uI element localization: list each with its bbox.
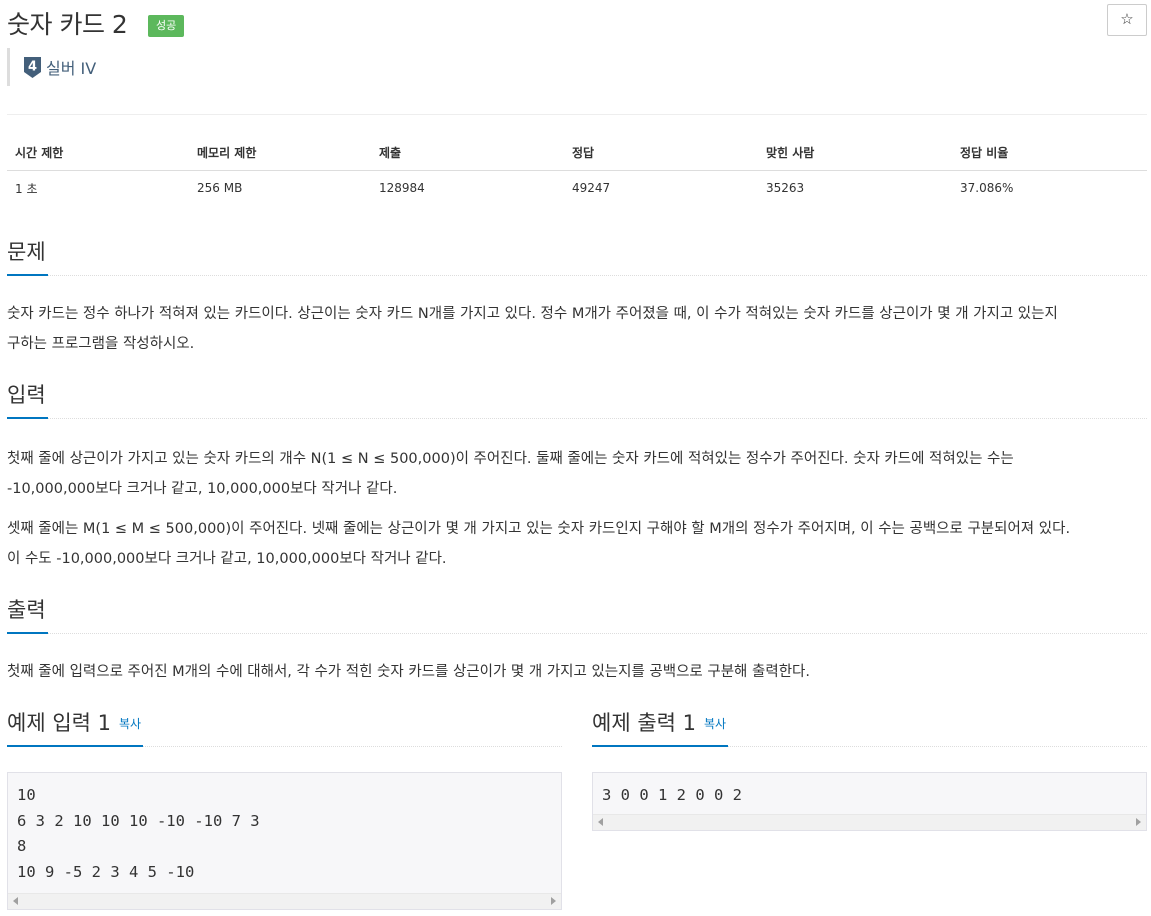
value-memory-limit: 256 MB bbox=[197, 181, 243, 196]
value-solved-users: 35263 bbox=[766, 181, 805, 196]
problem-heading: 문제 bbox=[7, 236, 48, 276]
copy-sample-output-button[interactable]: 복사 bbox=[704, 717, 726, 731]
sample-output-box[interactable]: 3 0 0 1 2 0 0 2 bbox=[592, 772, 1147, 831]
value-accept-ratio: 37.086% bbox=[960, 181, 1014, 196]
problem-line: 숫자 카드는 정수 하나가 적혀져 있는 카드이다. 상근이는 숫자 카드 N개… bbox=[7, 306, 1058, 322]
problem-line: 구하는 프로그램을 작성하시오. bbox=[7, 336, 195, 352]
value-submissions: 128984 bbox=[379, 181, 425, 196]
input-heading: 입력 bbox=[7, 379, 48, 419]
value-accepted: 49247 bbox=[572, 181, 611, 196]
divider bbox=[7, 114, 1147, 115]
input-line: 이 수도 -10,000,000보다 크거나 같고, 10,000,000보다 … bbox=[7, 551, 447, 567]
output-section-header: 출력 bbox=[7, 594, 1147, 634]
tier-info: 4 실버 IV bbox=[7, 48, 96, 86]
input-line: 첫째 줄에 상근이가 가지고 있는 숫자 카드의 개수 N(1 ≤ N ≤ 50… bbox=[7, 451, 1014, 467]
sample-output-title: 예제 출력 1 bbox=[592, 711, 696, 735]
header-accept-ratio: 정답 비율 bbox=[952, 136, 1147, 171]
star-button[interactable]: ☆ bbox=[1107, 4, 1147, 36]
star-icon: ☆ bbox=[1120, 11, 1134, 28]
sample-output-text: 3 0 0 1 2 0 0 2 bbox=[602, 786, 742, 804]
scroll-left-arrow-icon[interactable] bbox=[13, 897, 18, 905]
table-row: 1 초 256 MB 128984 49247 35263 37.086% bbox=[7, 170, 1147, 206]
sample-input-header: 예제 입력 1 복사 bbox=[7, 707, 562, 747]
sample-input-heading: 예제 입력 1 복사 bbox=[7, 707, 144, 747]
input-section-header: 입력 bbox=[7, 379, 1147, 419]
header-memory-limit: 메모리 제한 bbox=[189, 136, 371, 171]
horizontal-scrollbar[interactable] bbox=[8, 893, 561, 909]
header-accepted: 정답 bbox=[564, 136, 758, 171]
table-header-row: 시간 제한 메모리 제한 제출 정답 맞힌 사람 정답 비율 bbox=[7, 136, 1147, 171]
input-line: -10,000,000보다 크거나 같고, 10,000,000보다 작거나 같… bbox=[7, 481, 398, 497]
sample-output-heading: 예제 출력 1 복사 bbox=[592, 707, 729, 747]
sample-input-title: 예제 입력 1 bbox=[7, 711, 111, 735]
silver-tier-icon: 4 bbox=[24, 56, 41, 78]
input-description-2: 셋째 줄에는 M(1 ≤ M ≤ 500,000)이 주어진다. 넷째 줄에는 … bbox=[7, 514, 1147, 574]
scroll-right-arrow-icon[interactable] bbox=[551, 897, 556, 905]
scroll-right-arrow-icon[interactable] bbox=[1136, 818, 1141, 826]
header-time-limit: 시간 제한 bbox=[7, 136, 189, 171]
sample-output-header: 예제 출력 1 복사 bbox=[592, 707, 1147, 747]
page-title: 숫자 카드 2 bbox=[7, 10, 128, 39]
input-line: 셋째 줄에는 M(1 ≤ M ≤ 500,000)이 주어진다. 넷째 줄에는 … bbox=[7, 521, 1071, 537]
sample-input-box[interactable]: 10 6 3 2 10 10 10 -10 -10 7 3 8 10 9 -5 … bbox=[7, 772, 562, 910]
problem-info-table: 시간 제한 메모리 제한 제출 정답 맞힌 사람 정답 비율 1 초 256 M… bbox=[7, 136, 1147, 206]
horizontal-scrollbar[interactable] bbox=[593, 814, 1146, 830]
scroll-left-arrow-icon[interactable] bbox=[598, 818, 603, 826]
tier-level-number: 4 bbox=[28, 59, 37, 74]
sample-input-text: 10 6 3 2 10 10 10 -10 -10 7 3 8 10 9 -5 … bbox=[17, 786, 260, 881]
output-description: 첫째 줄에 입력으로 주어진 M개의 수에 대해서, 각 수가 적힌 숫자 카드… bbox=[7, 664, 810, 680]
input-description-1: 첫째 줄에 상근이가 가지고 있는 숫자 카드의 개수 N(1 ≤ N ≤ 50… bbox=[7, 444, 1147, 504]
problem-description: 숫자 카드는 정수 하나가 적혀져 있는 카드이다. 상근이는 숫자 카드 N개… bbox=[7, 299, 1147, 359]
header-solved-users: 맞힌 사람 bbox=[758, 136, 952, 171]
tier-label: 실버 IV bbox=[46, 59, 97, 78]
result-badge: 성공 bbox=[148, 15, 185, 37]
output-heading: 출력 bbox=[7, 594, 48, 634]
header-submissions: 제출 bbox=[371, 136, 564, 171]
value-time-limit: 1 초 bbox=[15, 181, 38, 196]
copy-sample-input-button[interactable]: 복사 bbox=[119, 717, 141, 731]
problem-section-header: 문제 bbox=[7, 236, 1147, 276]
